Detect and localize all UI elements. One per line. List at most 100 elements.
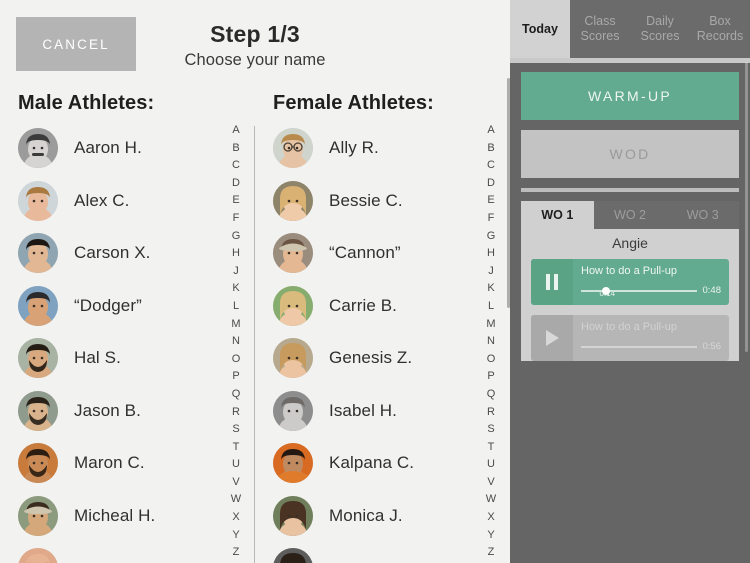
alpha-index-letter[interactable]: D (226, 175, 246, 193)
alpha-index-letter[interactable]: M (226, 316, 246, 334)
alpha-index-letter[interactable]: L (226, 298, 246, 316)
alpha-index-letter[interactable]: A (481, 122, 501, 140)
alpha-index-letter[interactable]: L (481, 298, 501, 316)
athlete-row[interactable] (0, 542, 228, 563)
tab-class-scores[interactable]: Class Scores (570, 0, 630, 58)
alpha-index-letter[interactable]: J (226, 263, 246, 281)
workout-tab-wo-3[interactable]: WO 3 (666, 201, 740, 229)
alpha-index-letter[interactable]: B (481, 140, 501, 158)
alpha-index-letter[interactable]: J (481, 263, 501, 281)
media-player[interactable]: How to do a Pull-up 0:56 (531, 315, 729, 361)
media-player[interactable]: 0:14How to do a Pull-up0:48 (531, 259, 729, 305)
athlete-row[interactable]: Maron C. (0, 437, 228, 490)
section-button-warm-up[interactable]: WARM-UP (521, 72, 739, 120)
tab-box-records[interactable]: Box Records (690, 0, 750, 58)
alpha-index-letter[interactable]: O (481, 351, 501, 369)
alpha-index-letter[interactable]: Q (481, 386, 501, 404)
alpha-index-letter[interactable]: R (226, 404, 246, 422)
athlete-row[interactable]: Isabel H. (255, 385, 483, 438)
alpha-index-letter[interactable]: C (226, 157, 246, 175)
athlete-row[interactable]: Alex C. (0, 175, 228, 228)
alpha-index-letter[interactable]: M (481, 316, 501, 334)
alpha-index-letter[interactable]: H (481, 245, 501, 263)
alpha-index-letter[interactable]: U (481, 456, 501, 474)
athlete-row[interactable]: “Dodger” (0, 280, 228, 333)
alpha-index-letter[interactable]: R (481, 404, 501, 422)
athlete-row[interactable]: Hal S. (0, 332, 228, 385)
alpha-index-letter[interactable]: N (481, 333, 501, 351)
female-athletes-list[interactable]: Ally R. Bessie C. “Cannon” Carrie B. Genesis… (255, 122, 483, 563)
alpha-index-letter[interactable]: G (481, 228, 501, 246)
alpha-index-letter[interactable]: P (226, 368, 246, 386)
section-divider (521, 188, 739, 192)
athlete-row[interactable] (255, 542, 483, 563)
alpha-index-letter[interactable]: E (481, 192, 501, 210)
alpha-index-letter[interactable]: A (226, 122, 246, 140)
avatar (18, 390, 58, 431)
alpha-index-letter[interactable]: U (226, 456, 246, 474)
alpha-index-letter[interactable]: G (226, 228, 246, 246)
progress-slider[interactable] (581, 286, 697, 295)
media-title: How to do a Pull-up (581, 265, 677, 277)
alpha-index-letter[interactable]: F (226, 210, 246, 228)
tab-daily-scores[interactable]: Daily Scores (630, 0, 690, 58)
avatar (18, 443, 58, 484)
alpha-index-letter[interactable]: Z (226, 544, 246, 562)
pause-icon[interactable] (531, 259, 573, 305)
athlete-row[interactable]: Bessie C. (255, 175, 483, 228)
alpha-index-letter[interactable]: P (481, 368, 501, 386)
alpha-index-letter[interactable]: K (481, 280, 501, 298)
media-player-list: 0:14How to do a Pull-up0:48How to do a P… (521, 259, 739, 361)
alpha-index-letter[interactable]: Z (481, 544, 501, 562)
avatar (273, 495, 313, 536)
alpha-index-male[interactable]: ABCDEFGHJKLMNOPQRSTUVWXYZ (226, 122, 246, 563)
athlete-row[interactable]: Micheal H. (0, 490, 228, 543)
male-athletes-list[interactable]: Aaron H. Alex C. Carson X. “Dodger” Hal S. Ja… (0, 122, 228, 563)
tab-today[interactable]: Today (510, 0, 570, 58)
play-icon[interactable] (531, 315, 573, 361)
athlete-row[interactable]: Carson X. (0, 227, 228, 280)
alpha-index-letter[interactable]: V (481, 474, 501, 492)
alpha-index-letter[interactable]: V (226, 474, 246, 492)
alpha-index-letter[interactable]: T (226, 439, 246, 457)
athlete-row[interactable]: Kalpana C. (255, 437, 483, 490)
alpha-index-female[interactable]: ABCDEFGHJKLMNOPQRSTUVWXYZ (481, 122, 501, 563)
athlete-row[interactable]: Monica J. (255, 490, 483, 543)
workout-tab-wo-2[interactable]: WO 2 (593, 201, 667, 229)
progress-thumb[interactable] (602, 286, 611, 295)
app-root: CANCEL Step 1/3 Choose your name Male At… (0, 0, 750, 563)
athlete-row[interactable]: Genesis Z. (255, 332, 483, 385)
alpha-index-letter[interactable]: B (226, 140, 246, 158)
section-button-wod[interactable]: WOD (521, 130, 739, 178)
alpha-index-letter[interactable]: K (226, 280, 246, 298)
cancel-button[interactable]: CANCEL (16, 17, 136, 71)
alpha-index-letter[interactable]: W (481, 491, 501, 509)
alpha-index-letter[interactable]: Q (226, 386, 246, 404)
alpha-index-letter[interactable]: O (226, 351, 246, 369)
alpha-index-letter[interactable]: E (226, 192, 246, 210)
alpha-index-letter[interactable]: X (226, 509, 246, 527)
progress-slider[interactable] (581, 345, 697, 348)
alpha-index-letter[interactable]: Y (481, 527, 501, 545)
workout-tab-wo-1[interactable]: WO 1 (521, 201, 594, 229)
athlete-row[interactable]: Ally R. (255, 122, 483, 175)
athlete-name: Hal S. (74, 348, 121, 368)
alpha-index-letter[interactable]: F (481, 210, 501, 228)
female-column-title: Female Athletes: (273, 92, 434, 114)
alpha-index-letter[interactable]: H (226, 245, 246, 263)
alpha-index-letter[interactable]: S (481, 421, 501, 439)
athlete-row[interactable]: Carrie B. (255, 280, 483, 333)
alpha-index-letter[interactable]: N (226, 333, 246, 351)
athlete-row[interactable]: “Cannon” (255, 227, 483, 280)
avatar (273, 390, 313, 431)
right-panel-scrollbar[interactable] (745, 62, 748, 352)
alpha-index-letter[interactable]: T (481, 439, 501, 457)
alpha-index-letter[interactable]: C (481, 157, 501, 175)
alpha-index-letter[interactable]: Y (226, 527, 246, 545)
alpha-index-letter[interactable]: X (481, 509, 501, 527)
athlete-row[interactable]: Aaron H. (0, 122, 228, 175)
alpha-index-letter[interactable]: W (226, 491, 246, 509)
alpha-index-letter[interactable]: D (481, 175, 501, 193)
athlete-row[interactable]: Jason B. (0, 385, 228, 438)
alpha-index-letter[interactable]: S (226, 421, 246, 439)
